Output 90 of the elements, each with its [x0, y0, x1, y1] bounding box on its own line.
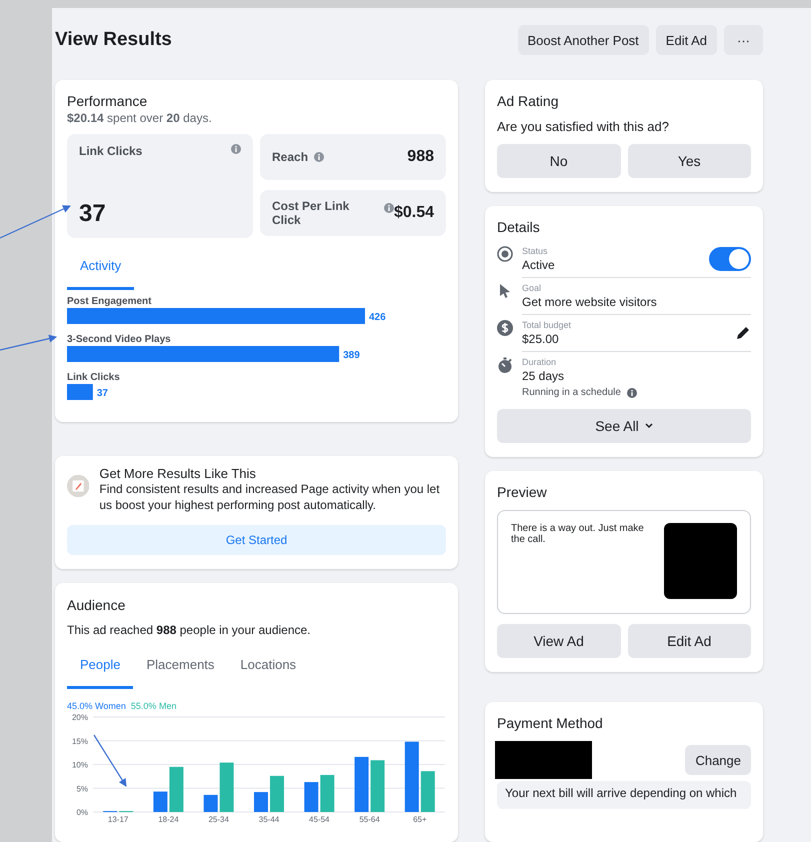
- pencil-icon[interactable]: [735, 325, 751, 341]
- detail-value: 25 days: [522, 369, 566, 383]
- activity-value: 389: [343, 350, 360, 361]
- axis-label: 55-64: [359, 815, 380, 823]
- legend-label: 55.0% Men: [130, 701, 176, 711]
- axis-label: 18-24: [158, 815, 179, 823]
- metric-value: 37: [79, 200, 107, 228]
- promo-text: Find consistent results and increased Page activity when you let us boost your highest performing post automatically.: [99, 481, 441, 513]
- chart-bar: [320, 774, 334, 812]
- card-title: Details: [497, 219, 541, 235]
- chart-bar: [204, 794, 218, 812]
- audience-summary: This ad reached 988 people in your audience.: [67, 623, 312, 637]
- annotation-arrow: [94, 734, 127, 787]
- metric-label: Cost Per Link Click: [272, 198, 350, 226]
- chart-bar: [370, 760, 385, 812]
- chart-bar: [254, 792, 268, 812]
- info-icon: [231, 144, 241, 154]
- detail-label: Goal: [522, 283, 542, 293]
- metric-label: Reach: [272, 150, 308, 164]
- detail-value: $25.00: [522, 332, 560, 346]
- card-title: Payment Method: [497, 715, 604, 731]
- info-icon: [314, 152, 324, 162]
- activity-value: 426: [369, 312, 386, 323]
- metric-label: Link Clicks: [79, 144, 142, 158]
- card-title: Ad Rating: [497, 93, 560, 109]
- billing-note: Your next bill will arrive depending on which: [497, 781, 751, 809]
- activity-value: 37: [96, 388, 108, 399]
- preview-button[interactable]: Edit Ad: [628, 624, 751, 658]
- metric-value: 988: [407, 148, 434, 166]
- preview-button[interactable]: View Ad: [497, 624, 620, 658]
- status-toggle[interactable]: [709, 247, 751, 271]
- annotation-arrow: [0, 334, 57, 351]
- detail-note: Running in a schedule: [522, 387, 621, 398]
- chart-bar: [270, 776, 284, 812]
- card-title: Preview: [497, 484, 548, 500]
- chart-bar: [420, 771, 435, 812]
- tab[interactable]: Locations: [227, 645, 310, 689]
- tab[interactable]: Activity: [67, 246, 134, 290]
- chart-bar: [169, 766, 184, 812]
- dollar-icon: [497, 320, 513, 336]
- axis-label: 13-17: [108, 815, 128, 823]
- rating-question: Are you satisfied with this ad?: [497, 119, 670, 134]
- metric-value: $0.54: [394, 204, 434, 222]
- activity-label: Post Engagement: [67, 296, 152, 307]
- chevron-icon: [644, 423, 653, 429]
- info-icon: [384, 202, 394, 212]
- page-title: View Results: [55, 29, 173, 51]
- see-all-button[interactable]: See All: [497, 409, 751, 443]
- axis-label: 5%: [76, 784, 88, 794]
- more-button[interactable]: ···: [724, 25, 763, 55]
- header-button[interactable]: Boost Another Post: [518, 25, 649, 55]
- ad-text: There is a way out. Just make the call.: [511, 523, 645, 547]
- promo-title: Get More Results Like This: [99, 466, 257, 481]
- axis-label: 65+: [413, 815, 427, 823]
- info-icon: [626, 388, 637, 398]
- chart-bar: [220, 762, 234, 812]
- axis-label: 15%: [72, 736, 88, 746]
- detail-value: Active: [522, 258, 556, 272]
- card-title: Audience: [67, 597, 126, 613]
- chart-bar: [404, 742, 419, 812]
- axis-label: 10%: [72, 760, 88, 770]
- detail-value: Get more website visitors: [522, 295, 658, 309]
- activity-bar: [67, 384, 93, 400]
- activity-label: 3-Second Video Plays: [67, 334, 171, 345]
- axis-label: 25-34: [208, 815, 229, 823]
- cursor-icon: [499, 283, 511, 299]
- axis-label: 20%: [72, 713, 88, 722]
- get-started-button[interactable]: Get Started: [67, 525, 446, 555]
- chart-bar: [304, 782, 318, 812]
- detail-label: Status: [522, 246, 549, 256]
- activity-label: Link Clicks: [67, 372, 120, 383]
- change-button[interactable]: Change: [685, 745, 751, 775]
- header-button[interactable]: Edit Ad: [656, 25, 717, 55]
- tab[interactable]: Placements: [133, 645, 228, 689]
- chart-bar: [354, 756, 369, 812]
- detail-label: Total budget: [522, 320, 572, 330]
- axis-label: 35-44: [258, 815, 280, 823]
- detail-label: Duration: [522, 357, 558, 367]
- stopwatch-icon: [497, 357, 513, 373]
- chart-bar: [153, 792, 168, 812]
- annotation-arrow: [0, 205, 71, 239]
- rating-button[interactable]: Yes: [628, 144, 751, 178]
- axis-label: 45-54: [309, 815, 330, 823]
- tab[interactable]: People: [67, 645, 134, 689]
- card-title: Performance: [67, 93, 148, 109]
- spend-summary: $20.14 spent over 20 days.: [67, 111, 213, 125]
- radio-icon: [497, 246, 513, 262]
- axis-label: 0%: [76, 808, 88, 817]
- rating-button[interactable]: No: [497, 144, 620, 178]
- legend-label: 45.0% Women: [67, 701, 126, 711]
